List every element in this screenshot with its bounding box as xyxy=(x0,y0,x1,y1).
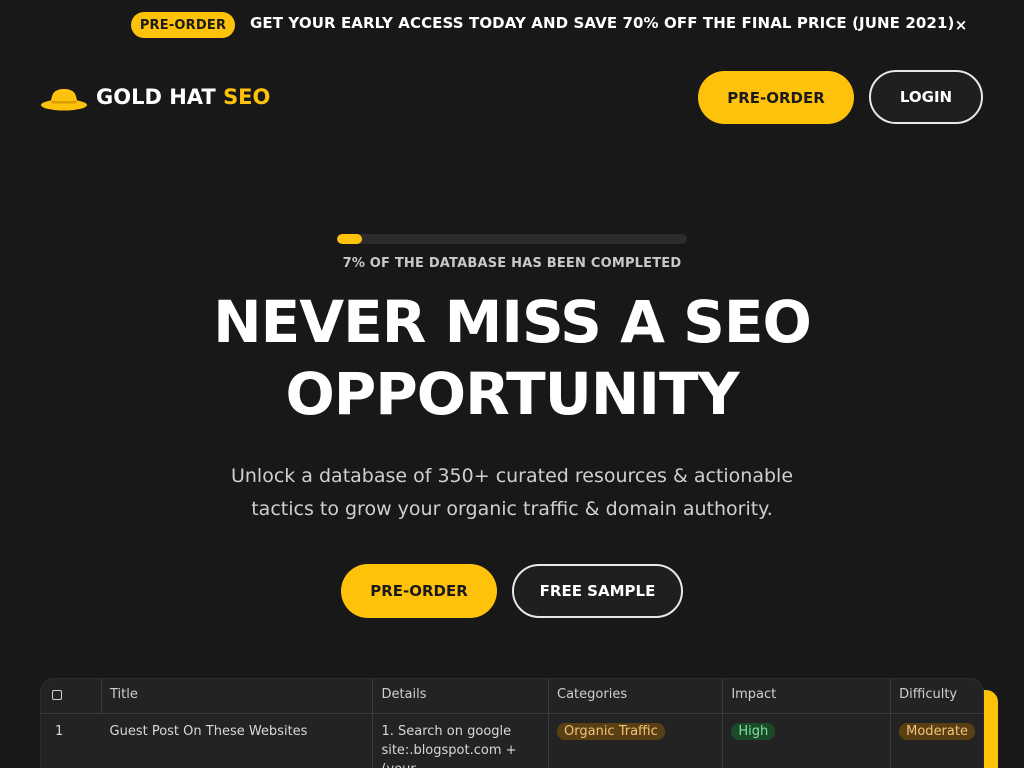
hero-subtitle: Unlock a database of 350+ curated resour… xyxy=(212,460,812,526)
table-header-row: Title Details Categories Impact Difficul… xyxy=(41,679,983,714)
logo[interactable]: GOLD HAT SEO xyxy=(40,82,270,112)
preview-accent-edge xyxy=(982,690,998,768)
hero-title-line2: OPPORTUNITY xyxy=(285,360,739,428)
gold-hat-icon xyxy=(41,89,87,111)
row-difficulty: Moderate xyxy=(891,714,983,768)
hero-title-line1: NEVER MISS A SEO xyxy=(213,288,812,356)
login-button[interactable]: LOGIN xyxy=(869,70,983,124)
close-icon[interactable]: × xyxy=(952,15,970,35)
column-header-details[interactable]: Details xyxy=(372,679,550,714)
logo-text: GOLD HAT SEO xyxy=(96,85,270,109)
announcement-bar: PRE-ORDER GET YOUR EARLY ACCESS TODAY AN… xyxy=(0,0,1024,50)
column-header-categories[interactable]: Categories xyxy=(548,679,724,714)
select-all-checkbox[interactable] xyxy=(52,690,62,700)
column-header-difficulty[interactable]: Difficulty xyxy=(890,679,983,714)
row-categories: Organic Traffic xyxy=(548,713,724,768)
difficulty-tag: Moderate xyxy=(899,723,975,740)
announcement-text: GET YOUR EARLY ACCESS TODAY AND SAVE 70%… xyxy=(250,14,955,32)
column-header-impact[interactable]: Impact xyxy=(722,679,892,714)
announcement-preorder-badge[interactable]: PRE-ORDER xyxy=(131,12,235,38)
database-progress-bar xyxy=(337,234,687,244)
row-title[interactable]: Guest Post On These Websites xyxy=(101,713,374,768)
hero-subtitle-line1: Unlock a database of 350+ curated resour… xyxy=(230,465,794,487)
row-details-line2: site:.blogspot.com + (your ... xyxy=(381,743,517,768)
logo-accent-text: SEO xyxy=(223,85,271,109)
progress-label: 7% OF THE DATABASE HAS BEEN COMPLETED xyxy=(342,256,682,271)
hero-preorder-button[interactable]: PRE-ORDER xyxy=(341,564,497,618)
row-index: 1 xyxy=(55,724,64,739)
column-header-title[interactable]: Title xyxy=(101,679,374,714)
database-preview-table: Title Details Categories Impact Difficul… xyxy=(40,678,984,768)
row-details: 1. Search on google site:.blogspot.com +… xyxy=(372,713,550,768)
logo-main-text: GOLD HAT xyxy=(96,85,216,109)
header-preorder-button[interactable]: PRE-ORDER xyxy=(698,71,854,124)
hero-title: NEVER MISS A SEO OPPORTUNITY xyxy=(0,286,1024,430)
table-row[interactable]: 1 Guest Post On These Websites 1. Search… xyxy=(41,713,983,768)
free-sample-button[interactable]: FREE SAMPLE xyxy=(512,564,683,618)
select-all-checkbox-cell xyxy=(41,679,103,714)
category-tag: Organic Traffic xyxy=(557,723,665,740)
row-details-line1: 1. Search on google xyxy=(381,724,512,739)
hero-subtitle-line2: tactics to grow your organic traffic & d… xyxy=(251,498,773,520)
row-impact: High xyxy=(722,713,892,768)
impact-tag: High xyxy=(731,723,776,740)
progress-fill xyxy=(337,234,362,244)
